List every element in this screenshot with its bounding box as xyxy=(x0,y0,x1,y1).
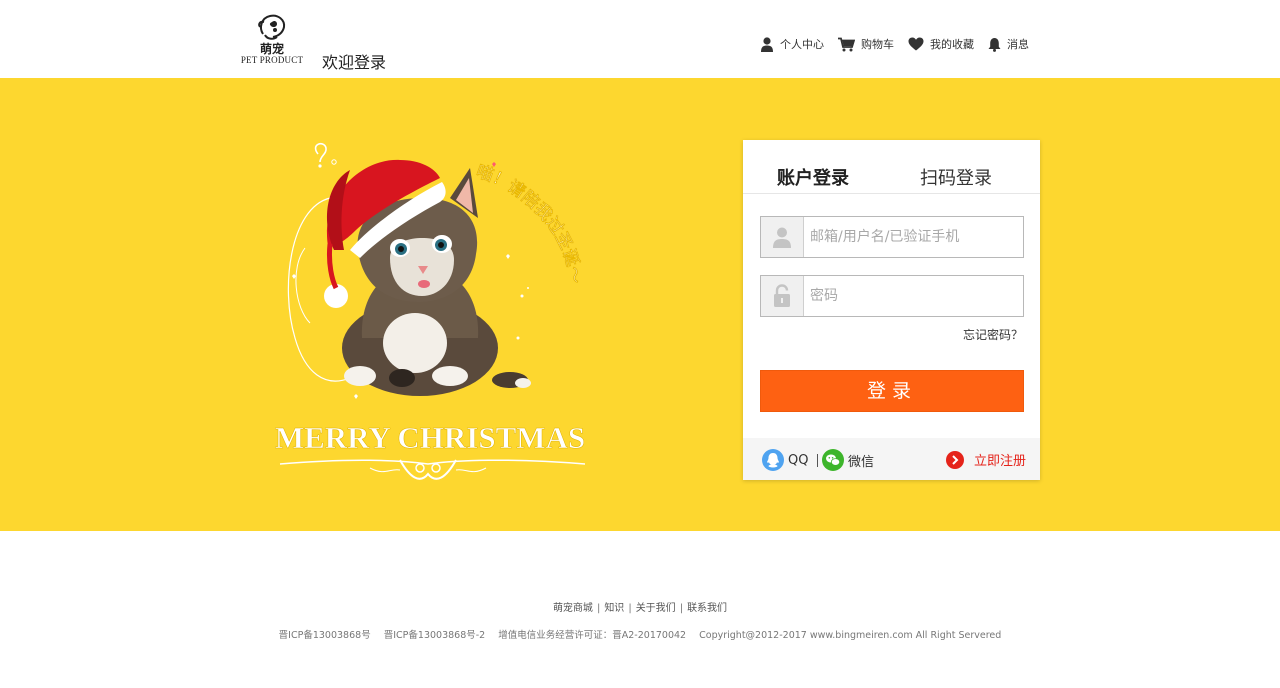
third-party-login-bar: QQ 微信 立即注册 xyxy=(743,438,1040,480)
nav-label: 个人中心 xyxy=(780,38,824,51)
footer-link-about[interactable]: 关于我们 xyxy=(636,603,676,614)
login-tabs: 账户登录 扫码登录 xyxy=(743,140,1040,194)
login-card: 账户登录 扫码登录 忘记密码？ 登录 xyxy=(743,140,1040,480)
merry-christmas-text: MERRY CHRISTMAS xyxy=(275,420,585,455)
logo-cn-text: 萌宠 xyxy=(259,42,284,56)
footer-links: 萌宠商城 | 知识 | 关于我们 | 联系我们 xyxy=(0,599,1280,614)
christmas-cat-illustration: 喵！请陪我过圣诞～ MERRY CHRISTMAS xyxy=(275,142,585,480)
register-link[interactable]: 立即注册 xyxy=(945,450,1026,469)
tab-qrcode-login[interactable]: 扫码登录 xyxy=(920,164,992,190)
footer-link-knowledge[interactable]: 知识 xyxy=(604,603,624,614)
pet-logo-icon xyxy=(258,14,286,40)
wechat-login[interactable]: 微信 xyxy=(822,449,874,471)
footer-link-mall[interactable]: 萌宠商城 xyxy=(553,603,593,614)
nav-label: 消息 xyxy=(1007,38,1029,51)
wechat-label: 微信 xyxy=(848,454,875,470)
unlock-icon xyxy=(761,276,804,316)
nav-label: 我的收藏 xyxy=(930,38,974,51)
copyright: Copyright@2012-2017 www.bingmeiren.com A… xyxy=(699,630,1002,641)
divider: | xyxy=(679,603,684,614)
tab-account-login[interactable]: 账户登录 xyxy=(777,164,849,190)
nav-personal-center[interactable]: 个人中心 xyxy=(760,36,824,52)
user-icon xyxy=(761,217,804,257)
footer-legal: 晋ICP备13003868号 晋ICP备13003868号-2 增值电信业务经营… xyxy=(0,627,1280,641)
brand-logo[interactable]: 萌宠 PET PRODUCT xyxy=(240,12,304,70)
logo-en-text: PET PRODUCT xyxy=(240,55,304,65)
username-input[interactable] xyxy=(805,217,1023,257)
nav-cart[interactable]: 购物车 xyxy=(838,36,894,52)
password-input[interactable] xyxy=(805,276,1023,316)
heart-icon xyxy=(908,37,924,51)
password-field xyxy=(760,275,1024,317)
hero-banner: 喵！请陪我过圣诞～ MERRY CHRISTMAS 账户登录 扫码登录 邮箱/用… xyxy=(0,78,1280,531)
bell-icon xyxy=(988,37,1001,52)
divider xyxy=(817,454,818,467)
page-title: 欢迎登录 xyxy=(322,53,387,72)
telecom-license: 增值电信业务经营许可证：晋A2-20170042 xyxy=(498,630,687,641)
user-icon xyxy=(761,36,773,52)
divider: | xyxy=(628,603,632,614)
footer-link-contact[interactable]: 联系我们 xyxy=(687,603,727,614)
qq-login[interactable]: QQ xyxy=(762,449,808,471)
register-label: 立即注册 xyxy=(973,454,1026,469)
nav-favorites[interactable]: 我的收藏 xyxy=(908,36,974,52)
nav-messages[interactable]: 消息 xyxy=(988,36,1029,52)
chevron-right-circle-icon xyxy=(945,450,964,469)
wechat-icon xyxy=(822,449,844,471)
icp-number-2: 晋ICP备13003868号-2 xyxy=(383,630,486,641)
nav-label: 购物车 xyxy=(861,38,894,51)
site-header: 萌宠 PET PRODUCT 欢迎登录 个人中心 购物车 我的收藏 消息 xyxy=(0,0,1280,78)
username-field xyxy=(760,216,1024,258)
curved-slogan-text: 喵！请陪我过圣诞～ xyxy=(473,162,585,285)
top-nav: 个人中心 购物车 我的收藏 消息 xyxy=(760,36,1043,52)
divider: | xyxy=(596,603,601,614)
qq-label: QQ xyxy=(788,452,809,468)
icp-number-1: 晋ICP备13003868号 xyxy=(278,630,371,641)
forgot-password-link[interactable]: 忘记密码？ xyxy=(963,326,1023,343)
qq-icon xyxy=(762,449,784,471)
cart-icon xyxy=(838,37,855,51)
login-button[interactable]: 登录 xyxy=(760,370,1024,412)
